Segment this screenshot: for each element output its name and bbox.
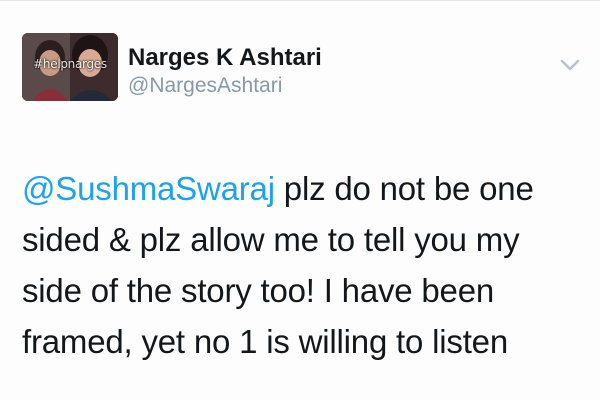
- mention-link[interactable]: @SushmaSwaraj: [22, 170, 275, 207]
- avatar[interactable]: #helpnarges: [22, 33, 118, 101]
- avatar-hashtag-text: #helpnarges: [33, 57, 107, 71]
- chevron-down-icon[interactable]: [558, 57, 582, 73]
- author-names: Narges K Ashtari @NargesAshtari: [128, 43, 322, 99]
- author-display-name[interactable]: Narges K Ashtari: [128, 43, 322, 73]
- author-handle[interactable]: @NargesAshtari: [128, 73, 322, 99]
- tweet-text: @SushmaSwaraj plz do not be one sided & …: [22, 163, 582, 367]
- tweet-header: #helpnarges Narges K Ashtari @NargesAsht…: [22, 29, 582, 105]
- tweet-card: #helpnarges Narges K Ashtari @NargesAsht…: [0, 0, 600, 400]
